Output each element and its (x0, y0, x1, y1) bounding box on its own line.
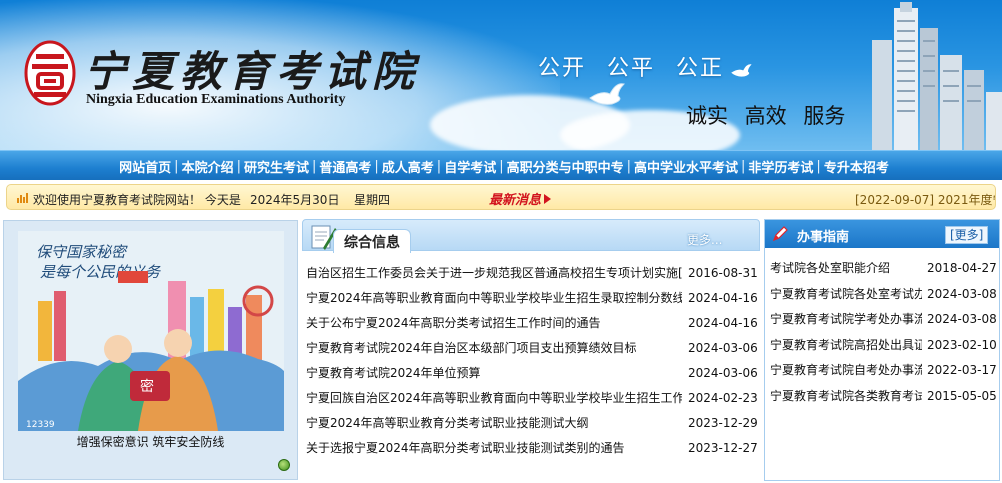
service-guide-panel: 办事指南 [更多] 考试院各处室职能介绍 2018-04-27 宁夏教育考试院各处… (764, 219, 1000, 481)
poster-caption: 增强保密意识 筑牢安全防线 (76, 435, 225, 449)
service-guide-title: 办事指南 (797, 230, 850, 245)
current-date: 2024年5月30日 (250, 193, 340, 207)
guide-title[interactable]: 宁夏教育考试院各类教育考试 (770, 384, 922, 409)
logo-english-name[interactable]: Ningxia Education Examinations Authority (86, 92, 345, 108)
service-guide-more-link[interactable]: [更多] (945, 226, 989, 244)
current-weekday: 星期四 (354, 193, 391, 207)
nav-separator: | (436, 158, 442, 174)
nav-item-college-entrance[interactable]: 普通高考 (319, 157, 371, 176)
nav-item-non-degree[interactable]: 非学历考试 (748, 157, 813, 176)
guide-date: 2022-03-17 (927, 363, 997, 377)
welcome-bar: 欢迎使用宁夏教育考试院网站！ 今天是 2024年5月30日 星期四 最新消息 [… (6, 184, 996, 210)
news-title[interactable]: 关于公布宁夏2024年高职分类考试招生工作时间的通告 (306, 311, 682, 336)
general-info-header: 综合信息 更多... (302, 219, 760, 253)
poster-illustration: 保守国家秘密 是每个公民的义务 密 12339 (18, 231, 284, 431)
list-item[interactable]: 宁夏教育考试院各处室考试办事 2024-03-08 (765, 282, 999, 308)
general-info-list: 自治区招生工作委员会关于进一步规范我区普通高校招生专项计划实施[ 2016-08-… (302, 261, 760, 461)
news-date: 2023-12-29 (688, 416, 758, 430)
news-title[interactable]: 宁夏教育考试院2024年自治区本级部门项目支出预算绩效目标 (306, 336, 682, 361)
seal-logo-icon (24, 40, 76, 106)
news-date: 2024-04-16 (688, 291, 758, 305)
guide-title[interactable]: 考试院各处室职能介绍 (770, 256, 922, 281)
news-title[interactable]: 宁夏2024年高等职业教育面向中等职业学校毕业生招生录取控制分数线 (306, 286, 682, 311)
signal-bars-icon (17, 193, 28, 203)
news-title[interactable]: 宁夏教育考试院2024年单位预算 (306, 361, 682, 386)
tab-general-info[interactable]: 综合信息 (333, 229, 411, 253)
list-item[interactable]: 关于公布宁夏2024年高职分类考试招生工作时间的通告 2024-04-16 (302, 311, 760, 336)
guide-date: 2018-04-27 (927, 261, 997, 275)
guide-title[interactable]: 宁夏教育考试院学考处办事流程 (770, 307, 922, 332)
news-date: 2024-03-06 (688, 366, 758, 380)
guide-date: 2024-03-08 (927, 286, 997, 301)
news-title[interactable]: 宁夏回族自治区2024年高等职业教育面向中等职业学校毕业生招生工作 (306, 386, 682, 411)
latest-news-label-text: 最新消息 (489, 193, 542, 208)
nav-separator: | (174, 158, 179, 174)
nav-item-academic-level[interactable]: 高中学业水平考试 (634, 157, 738, 176)
logo-chinese-name[interactable]: 宁夏教育考试院 (84, 38, 420, 99)
list-item[interactable]: 宁夏2024年高等职业教育面向中等职业学校毕业生招生录取控制分数线 2024-04… (302, 286, 760, 311)
svg-text:密: 密 (140, 378, 154, 395)
list-item[interactable]: 考试院各处室职能介绍 2018-04-27 (765, 256, 999, 282)
pencil-icon (772, 226, 788, 242)
main-nav: 网站首页 | 本院介绍 | 研究生考试 | 普通高考 | 成人高考 | 自学考试… (0, 150, 1002, 180)
guide-title[interactable]: 宁夏教育考试院高招处出具证明 (770, 333, 922, 358)
nav-item-graduate-exam[interactable]: 研究生考试 (244, 157, 309, 176)
list-item[interactable]: 宁夏回族自治区2024年高等职业教育面向中等职业学校毕业生招生工作 2024-02… (302, 386, 760, 411)
list-item[interactable]: 宁夏教育考试院2024年单位预算 2024-03-06 (302, 361, 760, 386)
list-item[interactable]: 宁夏教育考试院学考处办事流程 2024-03-08 (765, 307, 999, 333)
nav-item-home[interactable]: 网站首页 (119, 157, 171, 176)
list-item[interactable]: 宁夏教育考试院各类教育考试 2015-05-05 (765, 384, 999, 410)
general-info-more-link[interactable]: 更多... (687, 231, 722, 248)
news-date: 2024-04-16 (688, 316, 758, 330)
news-title[interactable]: 关于选报宁夏2024年高职分类考试职业技能测试类别的通告 (306, 436, 682, 461)
triangle-right-icon (544, 194, 552, 204)
site-header: 宁夏教育考试院 Ningxia Education Examinations A… (0, 0, 1002, 150)
dove-icon (731, 64, 752, 77)
news-ticker[interactable]: [2022-09-07] 2021年度宁 (855, 191, 995, 208)
nav-separator: | (499, 158, 504, 174)
nav-separator: | (626, 158, 631, 174)
guide-date: 2024-03-08 (927, 312, 997, 326)
nav-item-adult-exam[interactable]: 成人高考 (382, 157, 434, 176)
nav-item-upgrade-exam[interactable]: 专升本招考 (824, 157, 889, 176)
nav-separator: | (741, 158, 746, 174)
latest-news-label: 最新消息 (485, 189, 555, 208)
welcome-message: 欢迎使用宁夏教育考试院网站！ 今天是 (33, 193, 241, 207)
service-guide-header: 办事指南 [更多] (765, 220, 999, 248)
guide-title[interactable]: 宁夏教育考试院自考处办事流程 (770, 358, 922, 383)
list-item[interactable]: 自治区招生工作委员会关于进一步规范我区普通高校招生专项计划实施[ 2016-08-… (302, 261, 760, 286)
service-guide-list: 考试院各处室职能介绍 2018-04-27 宁夏教育考试院各处室考试办事 2024-… (765, 256, 999, 409)
guide-date: 2023-02-10 (927, 337, 997, 352)
news-date: 2024-02-23 (688, 391, 758, 405)
nav-item-about[interactable]: 本院介绍 (182, 157, 234, 176)
list-item[interactable]: 宁夏教育考试院2024年自治区本级部门项目支出预算绩效目标 2024-03-06 (302, 336, 760, 361)
news-title[interactable]: 自治区招生工作委员会关于进一步规范我区普通高校招生专项计划实施[ (306, 261, 682, 286)
news-date: 2024-03-06 (688, 341, 758, 355)
nav-separator: | (816, 158, 821, 174)
svg-text:保守国家秘密: 保守国家秘密 (36, 243, 128, 261)
slogan-top: 公开 公平 公正 (538, 56, 724, 81)
general-info-panel: 综合信息 更多... 自治区招生工作委员会关于进一步规范我区普通高校招生专项计划… (302, 219, 760, 481)
list-item[interactable]: 关于选报宁夏2024年高职分类考试职业技能测试类别的通告 2023-12-27 (302, 436, 760, 461)
nav-separator: | (311, 158, 317, 174)
guide-date: 2015-05-05 (927, 388, 997, 403)
news-title[interactable]: 宁夏2024年高等职业教育分类考试职业技能测试大纲 (306, 411, 682, 436)
news-date: 2023-12-27 (688, 441, 758, 455)
nav-item-vocational[interactable]: 高职分类与中职中专 (507, 157, 624, 176)
security-poster[interactable]: 保守国家秘密 是每个公民的义务 密 12339 增强保密意识 筑牢安全防线 (3, 220, 298, 480)
list-item[interactable]: 宁夏教育考试院高招处出具证明 2023-02-10 (765, 333, 999, 359)
city-skyline-image (872, 2, 1002, 150)
dove-icon (589, 83, 625, 105)
list-item[interactable]: 宁夏教育考试院自考处办事流程 2022-03-17 (765, 358, 999, 384)
slogan-bottom: 诚实 高效 服务 (686, 104, 846, 128)
news-date: 2016-08-31 (688, 266, 758, 280)
scroll-up-icon[interactable] (278, 459, 290, 471)
nav-item-self-study[interactable]: 自学考试 (444, 157, 496, 176)
guide-title[interactable]: 宁夏教育考试院各处室考试办事 (770, 282, 922, 307)
list-item[interactable]: 宁夏2024年高等职业教育分类考试职业技能测试大纲 2023-12-29 (302, 411, 760, 436)
nav-separator: | (236, 158, 241, 174)
nav-separator: | (374, 158, 379, 174)
svg-text:12339: 12339 (26, 420, 55, 430)
